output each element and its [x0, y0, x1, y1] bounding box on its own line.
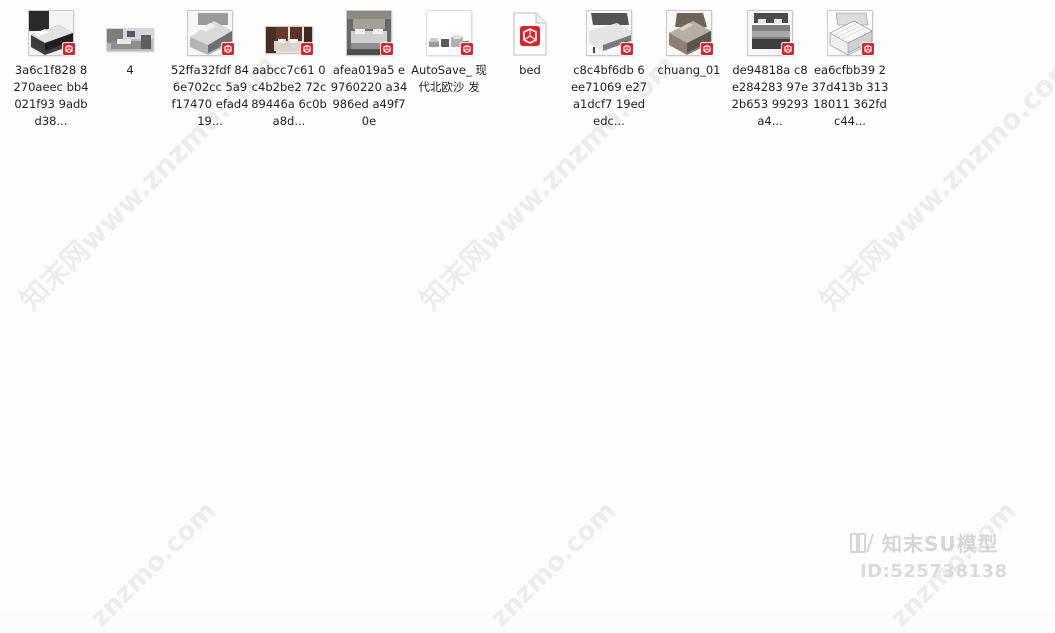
brand-name: 知末SU模型: [882, 532, 999, 556]
brand-logo-icon: [850, 532, 874, 553]
file-thumbnail: [103, 6, 157, 56]
file-name: aabcc7c61 0c4b2be2 72c89446a 6c0ba8d...: [251, 63, 327, 128]
watermark-text: znzmo.com: [85, 496, 223, 633]
sketchup-file-icon: [620, 42, 634, 56]
file-thumbnail: [582, 6, 636, 56]
file-thumbnail: [422, 6, 476, 56]
file-item[interactable]: ea6cfbb39 237d413b 31318011 362fdc44...: [811, 6, 889, 130]
file-item[interactable]: bed: [491, 6, 569, 79]
file-thumbnail: [183, 6, 237, 56]
file-name: 4: [126, 63, 134, 77]
brand-id: ID:525738138: [860, 561, 1008, 582]
brand-watermark: 知末SU模型: [850, 528, 999, 557]
sketchup-file-icon: [62, 42, 76, 56]
sketchup-document-icon: [513, 12, 547, 56]
file-name: de94818a c8e284283 97e2b653 99293a4...: [731, 63, 809, 128]
file-name: c8c4bf6db 6ee71069 e27a1dcf7 19ededc...: [570, 63, 648, 128]
file-thumbnail: [743, 6, 797, 56]
file-item[interactable]: c8c4bf6db 6ee71069 e27a1dcf7 19ededc...: [570, 6, 648, 130]
file-item[interactable]: chuang_01: [650, 6, 728, 79]
file-item[interactable]: 4: [91, 6, 169, 79]
file-name: 52ffa32fdf 846e702cc 5a9f17470 efad419..…: [171, 63, 249, 128]
sketchup-file-icon: [300, 42, 314, 56]
file-thumbnail: [24, 6, 78, 56]
sketchup-file-icon: [861, 42, 875, 56]
file-thumbnail: [662, 6, 716, 56]
file-name: AutoSave_ 现代北欧沙 发: [411, 63, 487, 94]
sketchup-file-icon: [380, 42, 394, 56]
file-thumbnail: [823, 6, 877, 56]
file-item[interactable]: afea019a5 e9760220 a34986ed a49f70e: [330, 6, 408, 130]
sketchup-file-icon: [460, 42, 474, 56]
file-name: ea6cfbb39 237d413b 31318011 362fdc44...: [811, 63, 889, 128]
file-item[interactable]: aabcc7c61 0c4b2be2 72c89446a 6c0ba8d...: [250, 6, 328, 130]
file-name: afea019a5 e9760220 a34986ed a49f70e: [330, 63, 408, 128]
file-thumbnail: [262, 6, 316, 56]
file-name: 3a6c1f828 8270aeec bb4021f93 9adbd38...: [13, 63, 89, 128]
file-thumbnail: [342, 6, 396, 56]
sketchup-file-icon: [221, 42, 235, 56]
sketchup-file-icon: [700, 42, 714, 56]
file-item[interactable]: de94818a c8e284283 97e2b653 99293a4...: [731, 6, 809, 130]
file-explorer-pane: 知末网www.znzmo.com 知末网www.znzmo.com 知末网www…: [0, 0, 1055, 633]
file-name: chuang_01: [657, 63, 721, 77]
sketchup-file-icon: [781, 42, 795, 56]
file-thumbnail: [503, 6, 557, 56]
file-item[interactable]: 52ffa32fdf 846e702cc 5a9f17470 efad419..…: [171, 6, 249, 130]
watermark-text: znzmo.com: [485, 496, 623, 633]
file-item[interactable]: 3a6c1f828 8270aeec bb4021f93 9adbd38...: [12, 6, 90, 130]
file-item[interactable]: AutoSave_ 现代北欧沙 发: [410, 6, 488, 96]
file-name: bed: [519, 63, 541, 77]
